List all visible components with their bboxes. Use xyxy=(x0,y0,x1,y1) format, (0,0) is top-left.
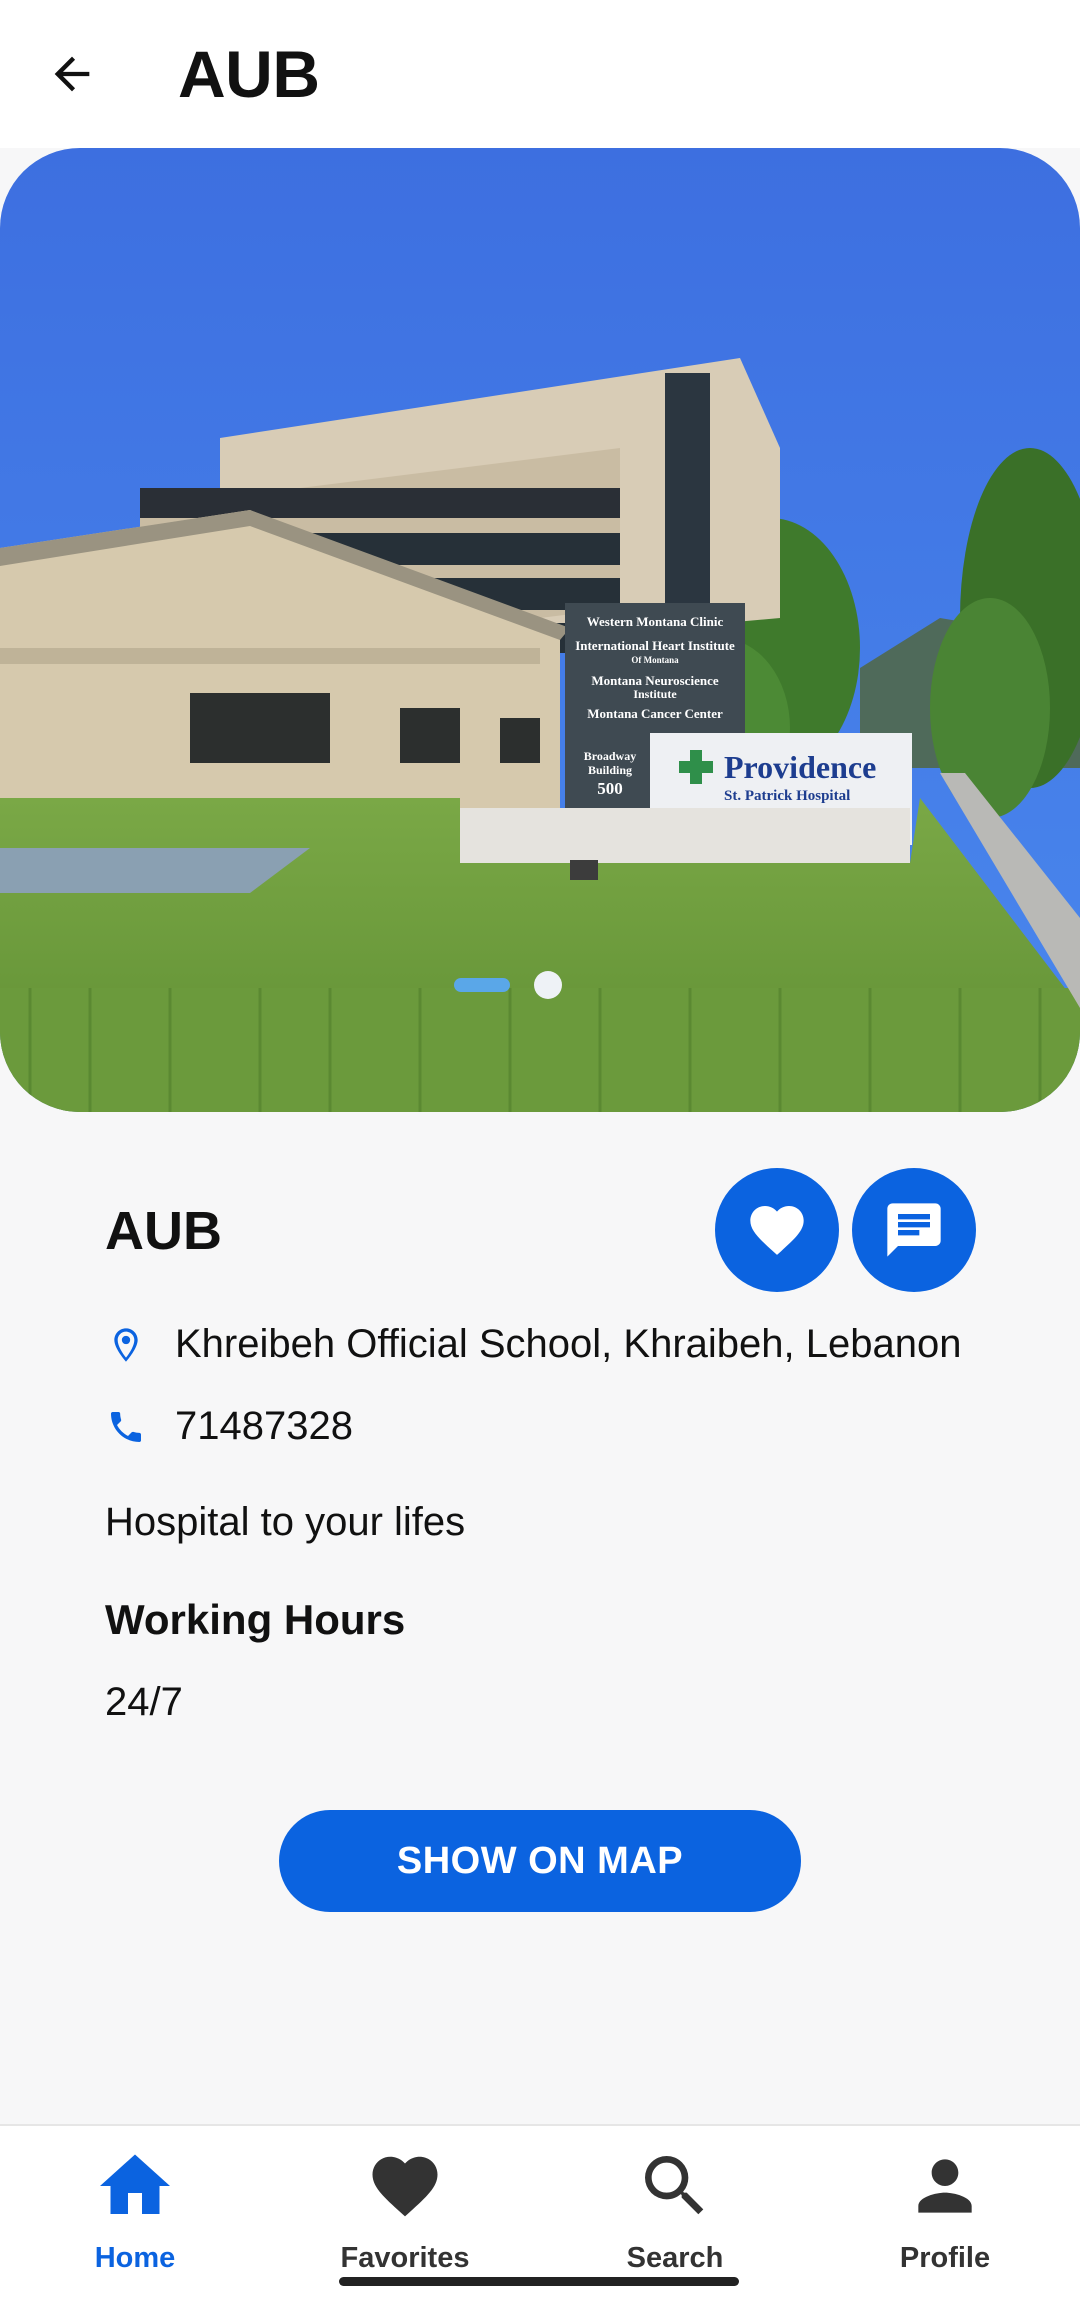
phone-row[interactable]: 71487328 xyxy=(105,1404,353,1449)
favorite-button[interactable] xyxy=(715,1168,839,1292)
chat-icon xyxy=(887,1203,941,1257)
home-icon xyxy=(100,2154,170,2214)
heart-icon xyxy=(372,2156,438,2217)
sign-brand: Providence xyxy=(724,749,876,785)
hospital-detail-screen: AUB Western Montana Clinic International… xyxy=(0,0,1080,2304)
hospital-image-carousel[interactable]: Western Montana Clinic International Hea… xyxy=(0,148,1080,1112)
sign-brand-sub: St. Patrick Hospital xyxy=(724,788,850,804)
back-button[interactable] xyxy=(28,30,116,118)
sign-line-4: Montana Neuroscience xyxy=(591,673,718,688)
phone-icon xyxy=(111,1411,141,1442)
nav-label-home: Home xyxy=(94,2242,176,2274)
sign-line-1: Western Montana Clinic xyxy=(587,614,724,629)
nav-label-profile: Profile xyxy=(899,2242,991,2274)
location-pin-icon xyxy=(114,1327,138,1362)
search-icon xyxy=(645,2156,704,2215)
address-text: Khreibeh Official School, Khraibeh, Leba… xyxy=(175,1322,962,1366)
nav-item-profile[interactable]: Profile xyxy=(810,2126,1080,2304)
carousel-indicator xyxy=(0,971,1080,999)
sign-address-3: 500 xyxy=(597,779,623,798)
working-hours-value: 24/7 xyxy=(105,1680,183,1724)
sign-line-5: Institute xyxy=(633,687,677,701)
sign-line-3: Of Montana xyxy=(631,655,679,665)
working-hours-heading: Working Hours xyxy=(105,1596,406,1643)
gesture-home-indicator[interactable] xyxy=(339,2277,739,2286)
hospital-photo: Western Montana Clinic International Hea… xyxy=(0,148,1080,1112)
nav-label-favorites: Favorites xyxy=(340,2242,470,2274)
heart-icon xyxy=(750,1206,804,1255)
address-row: Khreibeh Official School, Khraibeh, Leba… xyxy=(105,1322,961,1367)
nav-label-search: Search xyxy=(626,2242,724,2274)
hospital-name: AUB xyxy=(105,1201,222,1261)
arrow-back-icon xyxy=(54,56,90,92)
person-icon xyxy=(918,2159,972,2213)
show-on-map-button[interactable]: SHOW ON MAP xyxy=(279,1810,801,1912)
phone-text: 71487328 xyxy=(175,1404,353,1448)
page-title: AUB xyxy=(178,37,320,111)
sign-address-2: Building xyxy=(588,763,632,777)
sign-address-1: Broadway xyxy=(584,749,636,763)
sign-line-6: Montana Cancer Center xyxy=(587,706,723,721)
nav-item-home[interactable]: Home xyxy=(0,2126,270,2304)
message-button[interactable] xyxy=(852,1168,976,1292)
top-app-bar: AUB xyxy=(0,0,1080,148)
carousel-dot-active[interactable] xyxy=(454,978,510,992)
hospital-description: Hospital to your lifes xyxy=(105,1500,466,1544)
sign-line-2: International Heart Institute xyxy=(575,638,735,653)
carousel-dot[interactable] xyxy=(534,971,562,999)
